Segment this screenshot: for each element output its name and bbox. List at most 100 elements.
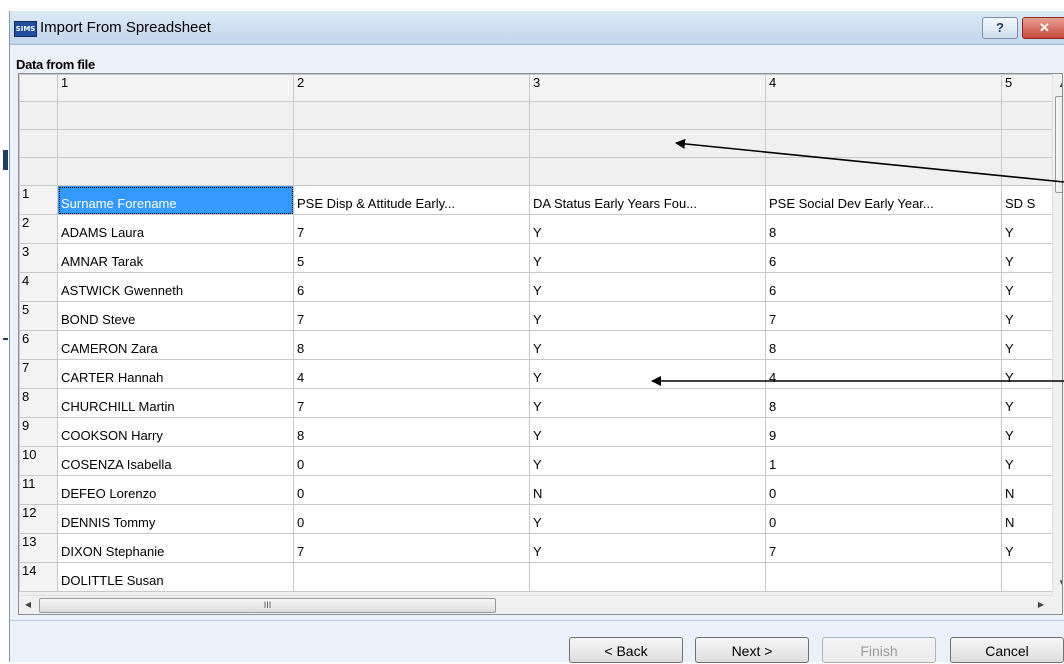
table-row[interactable]: 11 DEFEO Lorenzo 0 N 0 N	[19, 475, 1062, 505]
title-bar[interactable]: SIMS Import From Spreadsheet ? ✕	[10, 11, 1064, 45]
grid-cell[interactable]: Y	[529, 504, 766, 534]
grid-cell[interactable]: ASTWICK Gwenneth	[57, 272, 294, 302]
table-row[interactable]: 6 CAMERON Zara 8 Y 8 Y	[19, 330, 1062, 360]
grid-cell[interactable]: Y	[529, 301, 766, 331]
grid-cell[interactable]: Y	[529, 533, 766, 563]
grid-cell[interactable]: 8	[765, 330, 1002, 360]
grid-cell[interactable]: N	[529, 475, 766, 505]
table-row[interactable]: 5 BOND Steve 7 Y 7 Y	[19, 301, 1062, 331]
next-button[interactable]: Next >	[695, 637, 809, 663]
row-number[interactable]: 8	[19, 388, 58, 418]
row-number[interactable]: 10	[19, 446, 58, 476]
grid-cell[interactable]: 7	[293, 301, 530, 331]
row-number[interactable]: 2	[19, 214, 58, 244]
close-button[interactable]: ✕	[1022, 17, 1064, 39]
grid-cell[interactable]: 6	[293, 272, 530, 302]
table-row[interactable]: 2 ADAMS Laura 7 Y 8 Y	[19, 214, 1062, 244]
grid-cell[interactable]: 0	[765, 504, 1002, 534]
corner-cell[interactable]	[19, 74, 58, 102]
grid-cell[interactable]: 7	[765, 533, 1002, 563]
grid-cell[interactable]: Y	[529, 359, 766, 389]
grid-cell[interactable]: 0	[293, 475, 530, 505]
grid-cell[interactable]: Y	[529, 417, 766, 447]
cancel-button[interactable]: Cancel	[950, 637, 1064, 663]
grid-cell[interactable]: 4	[765, 359, 1002, 389]
row-number[interactable]: 1	[19, 185, 58, 215]
grid-cell[interactable]: 6	[765, 272, 1002, 302]
help-button[interactable]: ?	[982, 17, 1018, 39]
grid-cell[interactable]: PSE Social Dev Early Year...	[765, 185, 1002, 215]
horizontal-scroll-thumb[interactable]: III	[39, 598, 496, 613]
grid-cell[interactable]	[765, 562, 1002, 592]
grid-cell[interactable]: 5	[293, 243, 530, 273]
row-number[interactable]: 13	[19, 533, 58, 563]
table-row[interactable]: 1 Surname Forename PSE Disp & Attitude Ear…	[19, 185, 1062, 215]
grid-cell[interactable]: COSENZA Isabella	[57, 446, 294, 476]
scroll-up-icon[interactable]: ▲	[1053, 76, 1062, 94]
grid-cell[interactable]	[293, 562, 530, 592]
grid-cell[interactable]: DOLITTLE Susan	[57, 562, 294, 592]
horizontal-scrollbar[interactable]: ◀ III ▶	[19, 595, 1052, 614]
grid-cell[interactable]: 6	[765, 243, 1002, 273]
grid-cell[interactable]: 4	[293, 359, 530, 389]
grid-cell[interactable]: 8	[293, 417, 530, 447]
scroll-down-icon[interactable]: ▼	[1053, 574, 1062, 592]
column-header-4[interactable]: 4	[765, 74, 1002, 102]
row-number[interactable]: 11	[19, 475, 58, 505]
row-number[interactable]: 7	[19, 359, 58, 389]
grid-cell[interactable]: CHURCHILL Martin	[57, 388, 294, 418]
table-row[interactable]: 4 ASTWICK Gwenneth 6 Y 6 Y	[19, 272, 1062, 302]
back-button[interactable]: < Back	[569, 637, 683, 663]
grid-cell[interactable]: 9	[765, 417, 1002, 447]
column-header-2[interactable]: 2	[293, 74, 530, 102]
grid-cell[interactable]: BOND Steve	[57, 301, 294, 331]
grid-cell[interactable]: Y	[529, 243, 766, 273]
grid-cell[interactable]: 7	[293, 533, 530, 563]
grid-cell[interactable]: 0	[765, 475, 1002, 505]
grid-cell[interactable]: 7	[765, 301, 1002, 331]
column-header-3[interactable]: 3	[529, 74, 766, 102]
table-row[interactable]: 7 CARTER Hannah 4 Y 4 Y	[19, 359, 1062, 389]
scroll-right-icon[interactable]: ▶	[1032, 596, 1050, 614]
table-row[interactable]: 8 CHURCHILL Martin 7 Y 8 Y	[19, 388, 1062, 418]
grid-cell[interactable]: 8	[765, 214, 1002, 244]
data-grid[interactable]: 12345 1 Surname Forename PSE Disp & Attitu…	[18, 73, 1063, 615]
grid-cell[interactable]: 7	[293, 388, 530, 418]
table-row[interactable]: 12 DENNIS Tommy 0 Y 0 N	[19, 504, 1062, 534]
table-row[interactable]: 10 COSENZA Isabella 0 Y 1 Y	[19, 446, 1062, 476]
grid-cell[interactable]: COOKSON Harry	[57, 417, 294, 447]
grid-cell[interactable]: 7	[293, 214, 530, 244]
grid-cell[interactable]	[529, 562, 766, 592]
grid-cell[interactable]: AMNAR Tarak	[57, 243, 294, 273]
row-number[interactable]: 5	[19, 301, 58, 331]
row-number[interactable]: 3	[19, 243, 58, 273]
grid-cell[interactable]: 0	[293, 504, 530, 534]
vertical-scrollbar[interactable]: ▲ ▼	[1052, 74, 1062, 595]
grid-cell[interactable]: DA Status Early Years Fou...	[529, 185, 766, 215]
row-number[interactable]: 14	[19, 562, 58, 592]
table-row[interactable]: 14 DOLITTLE Susan	[19, 562, 1062, 592]
grid-cell[interactable]: Y	[529, 214, 766, 244]
grid-cell[interactable]: 1	[765, 446, 1002, 476]
grid-cell[interactable]: Y	[529, 388, 766, 418]
finish-button[interactable]: Finish	[822, 637, 936, 663]
grid-cell[interactable]: 8	[765, 388, 1002, 418]
grid-cell[interactable]: CAMERON Zara	[57, 330, 294, 360]
scroll-left-icon[interactable]: ◀	[19, 596, 37, 614]
grid-cell[interactable]: 0	[293, 446, 530, 476]
grid-cell[interactable]: PSE Disp & Attitude Early...	[293, 185, 530, 215]
table-row[interactable]: 9 COOKSON Harry 8 Y 9 Y	[19, 417, 1062, 447]
column-header-1[interactable]: 1	[57, 74, 294, 102]
selected-cell[interactable]: Surname Forename	[57, 185, 294, 215]
row-number[interactable]: 12	[19, 504, 58, 534]
row-number[interactable]: 4	[19, 272, 58, 302]
grid-cell[interactable]: DEFEO Lorenzo	[57, 475, 294, 505]
grid-cell[interactable]: ADAMS Laura	[57, 214, 294, 244]
grid-cell[interactable]: DIXON Stephanie	[57, 533, 294, 563]
vertical-scroll-thumb[interactable]	[1055, 96, 1062, 193]
grid-cell[interactable]: DENNIS Tommy	[57, 504, 294, 534]
grid-cell[interactable]: CARTER Hannah	[57, 359, 294, 389]
grid-cell[interactable]: Y	[529, 272, 766, 302]
row-number[interactable]: 6	[19, 330, 58, 360]
grid-cell[interactable]: 8	[293, 330, 530, 360]
